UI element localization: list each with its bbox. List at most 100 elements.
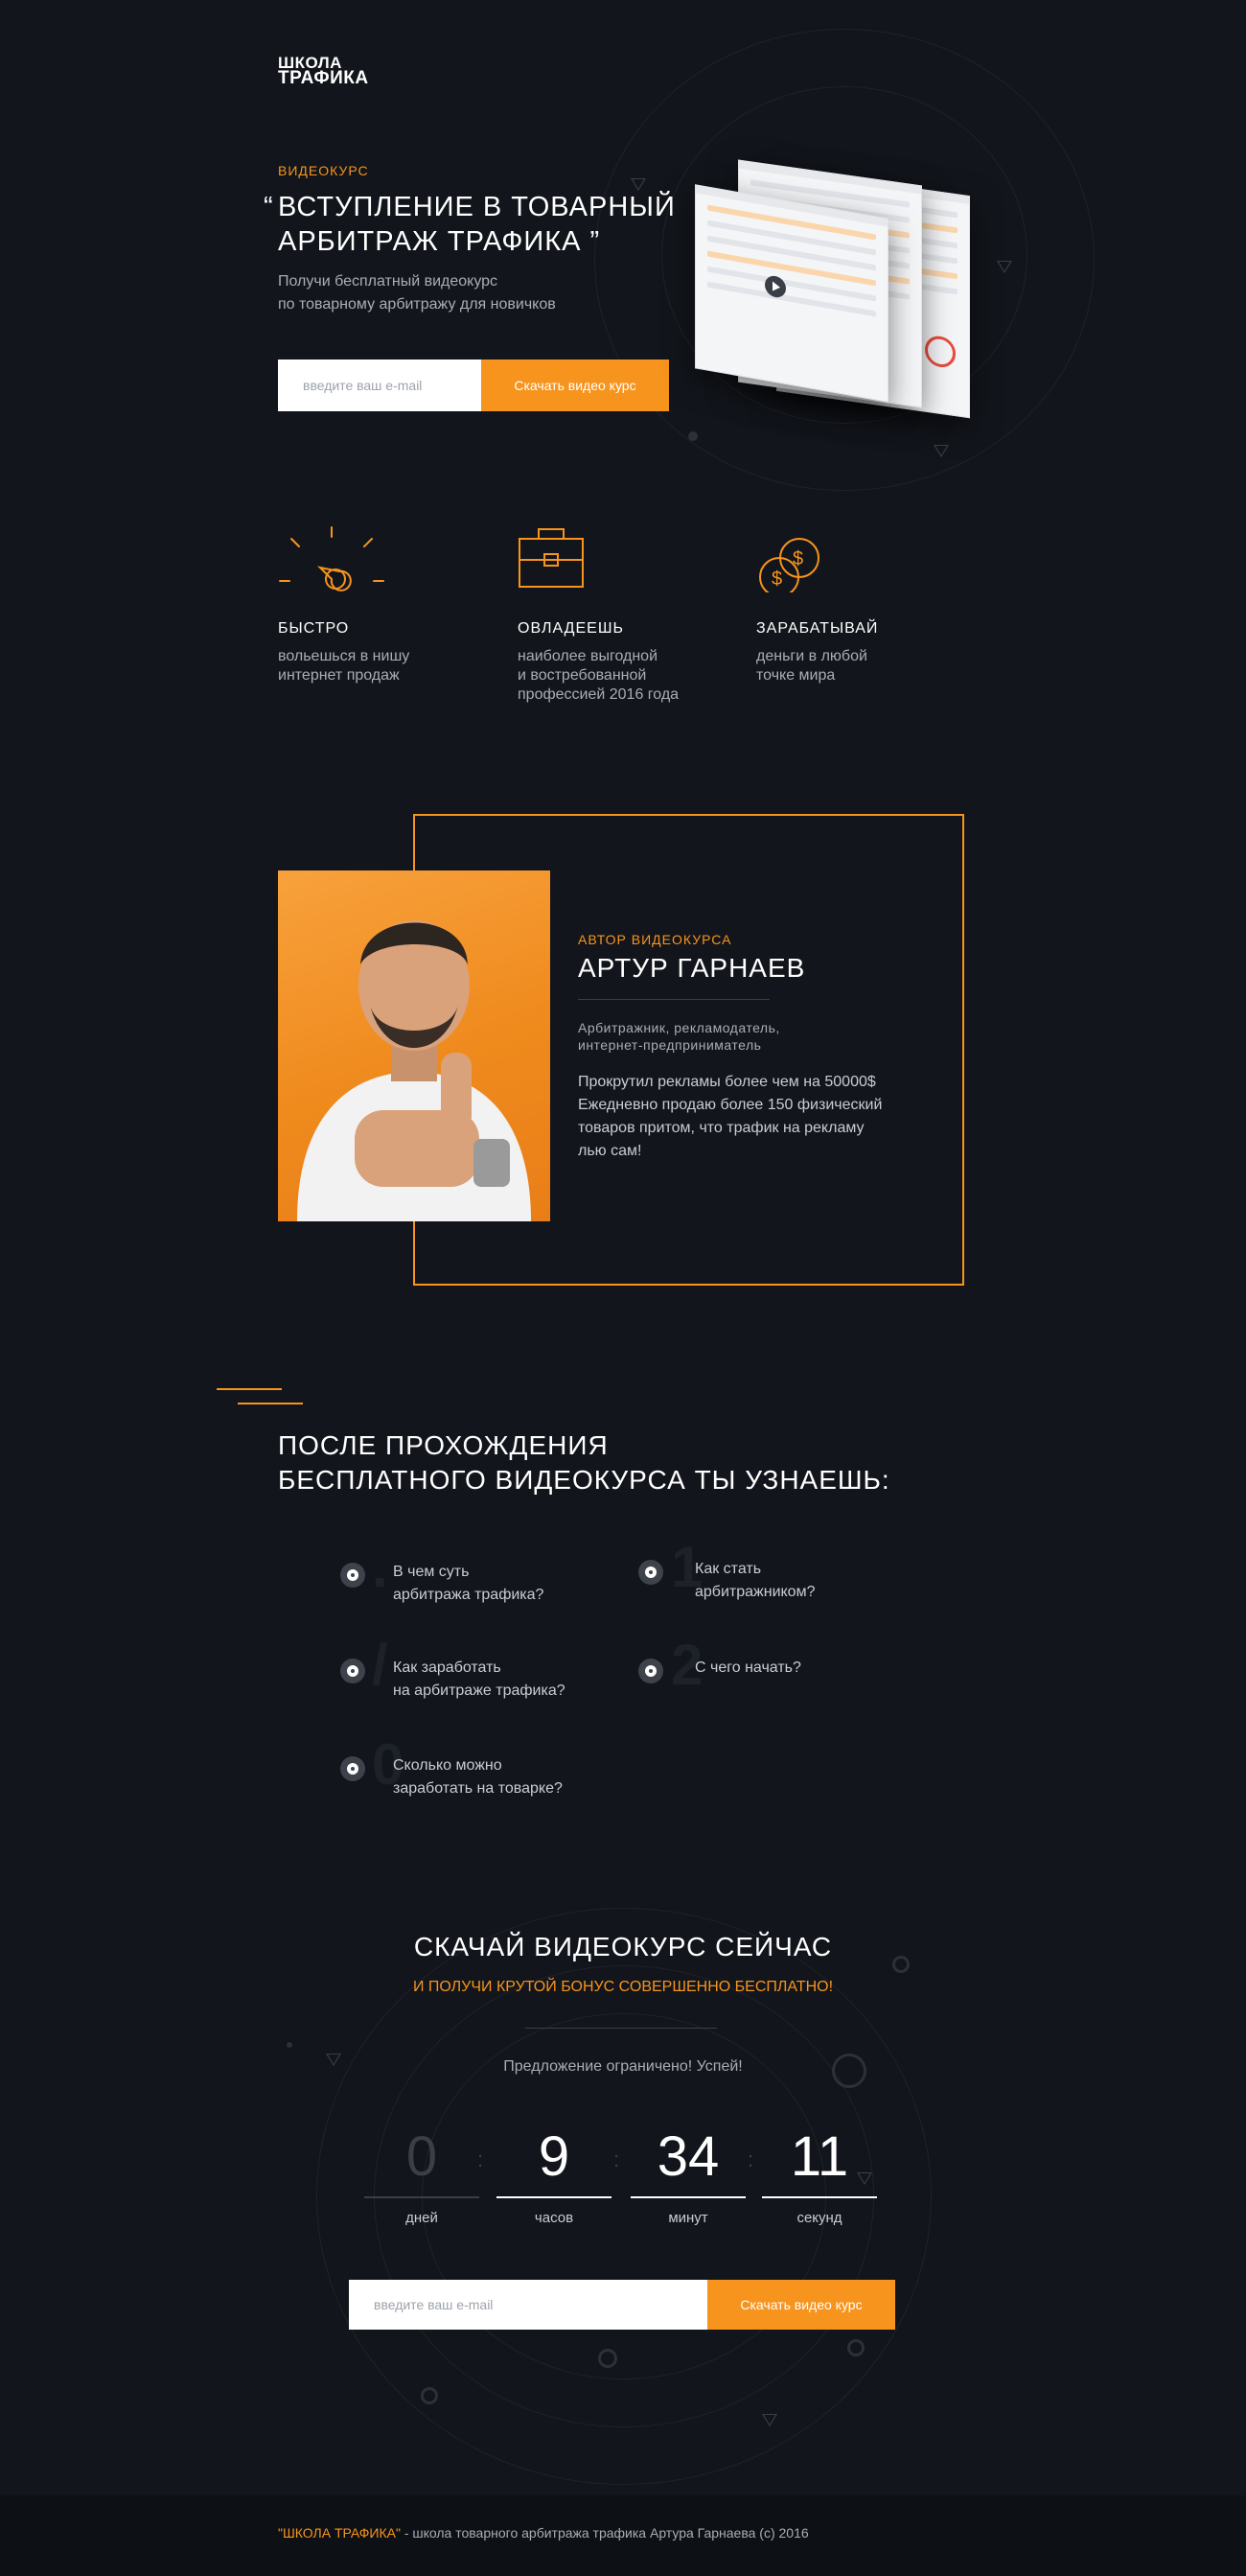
countdown-hours: 9 часов [496,2123,611,2226]
author-bio: Прокрутил рекламы более чем на 50000$ Еж… [578,1071,942,1163]
countdown-label: секунд [796,2210,842,2226]
hero-title: “ВСТУПЛЕНИЕ В ТОВАРНЫЙ АРБИТРАЖ ТРАФИКА … [264,190,676,259]
feature-line: профессией 2016 года [518,686,680,703]
countdown-label: дней [405,2210,438,2226]
bullet-icon [340,1756,365,1781]
feature-title: БЫСТРО [278,620,350,637]
author-info: АВТОР ВИДЕОКУРСА АРТУР ГАРНАЕВ Арбитражн… [578,932,942,1163]
bullet-icon [340,1659,365,1683]
countdown-underline [496,2196,611,2198]
author-name: АРТУР ГАРНАЕВ [578,953,806,983]
clock-speed-icon [279,526,384,592]
course-screens-mockup [690,159,978,422]
quote-open: “ [264,192,274,222]
countdown-underline [631,2196,746,2198]
cta-divider [525,2028,717,2029]
svg-text:$: $ [793,548,803,569]
countdown-separator: : [748,2147,754,2171]
feature-master: ОВЛАДЕЕШЬ наиболее выгодной и востребова… [518,525,728,705]
countdown-label: минут [668,2210,708,2226]
dot [287,2042,292,2048]
feature-text: вольешься в нишу интернет продаж [278,647,470,685]
dot-ring [598,2349,617,2368]
logo-line2: ТРАФИКА [278,68,369,88]
hero-title-line2: АРБИТРАЖ ТРАФИКА [278,226,582,257]
learn-line: Сколько можно [393,1757,502,1774]
screen-front [695,184,888,403]
learn-line: на арбитраже трафика? [393,1683,565,1699]
learn-text: С чего начать? [695,1657,801,1680]
hero-download-button[interactable]: Скачать видео курс [481,360,669,411]
learn-title-line: БЕСПЛАТНОГО ВИДЕОКУРСА ТЫ УЗНАЕШЬ: [278,1465,890,1495]
cta-limited: Предложение ограничено! Успей! [503,2058,743,2075]
countdown-value: 9 [538,2125,570,2188]
briefcase-icon [519,528,584,588]
feature-fast: БЫСТРО вольешься в нишу интернет продаж [278,525,470,685]
cta-email-input[interactable] [349,2280,707,2330]
dot [688,431,698,441]
learn-text: В чем суть арбитража трафика? [393,1561,543,1607]
countdown-value: 34 [657,2125,720,2188]
bullet-icon [340,1563,365,1588]
ghost-number: . [372,1535,388,1599]
feature-title: ЗАРАБАТЫВАЙ [756,620,879,637]
hero-subtitle: Получи бесплатный видеокурс по товарному… [278,270,556,316]
bullet-icon [638,1560,663,1585]
learn-deco-line [217,1388,282,1390]
learn-text: Как заработать на арбитраже трафика? [393,1657,565,1703]
triangle-icon [762,2414,777,2426]
logo[interactable]: ШКОЛА ТРАФИКА [278,55,369,88]
author-divider [578,999,770,1000]
feature-line: точке мира [756,667,836,684]
author-bio-line: Прокрутил рекламы более чем на 50000$ [578,1074,876,1090]
feature-line: наиболее выгодной [518,648,658,664]
learn-title: ПОСЛЕ ПРОХОЖДЕНИЯ БЕСПЛАТНОГО ВИДЕОКУРСА… [278,1428,890,1497]
countdown-days: 0 дней [364,2123,479,2226]
learn-line: С чего начать? [695,1659,801,1676]
feature-text: наиболее выгодной и востребованной профе… [518,647,728,705]
feature-line: интернет продаж [278,667,400,684]
footer-copyright: - школа товарного арбитража трафика Арту… [400,2525,809,2541]
feature-line: вольешься в нишу [278,648,410,664]
cta-download-button[interactable]: Скачать видео курс [707,2280,895,2330]
countdown-separator: : [477,2147,484,2171]
author-eyebrow: АВТОР ВИДЕОКУРСА [578,932,732,947]
countdown-underline [364,2196,479,2198]
hero-subtitle-line1: Получи бесплатный видеокурс [278,273,498,290]
countdown-minutes: 34 минут [631,2123,746,2226]
footer-brand-link[interactable]: "ШКОЛА ТРАФИКА" [278,2525,401,2541]
triangle-icon [934,445,949,457]
learn-deco-line [238,1403,303,1404]
dot-ring [421,2387,438,2404]
feature-title: ОВЛАДЕЕШЬ [518,620,624,637]
learn-text: Сколько можно заработать на товарке? [393,1754,563,1800]
countdown-underline [762,2196,877,2198]
cta-subtitle: И ПОЛУЧИ КРУТОЙ БОНУС СОВЕРШЕННО БЕСПЛАТ… [412,1979,834,1995]
author-bio-line: Ежедневно продаю более 150 физический [578,1097,883,1113]
author-role: Арбитражник, рекламодатель, интернет-пре… [578,1019,942,1054]
learn-line: заработать на товарке? [393,1780,563,1797]
author-role-line: Арбитражник, рекламодатель, [578,1020,780,1035]
countdown-seconds: 11 секунд [762,2123,877,2226]
cta-title: СКАЧАЙ ВИДЕОКУРС СЕЙЧАС [413,1932,833,1961]
bullet-icon [638,1659,663,1683]
feature-line: и востребованной [518,667,647,684]
svg-text:$: $ [772,569,782,590]
countdown-value: 0 [405,2125,438,2188]
learn-line: В чем суть [393,1564,470,1580]
countdown-label: часов [534,2210,574,2226]
footer-text: "ШКОЛА ТРАФИКА" - школа товарного арбитр… [278,2525,809,2541]
coins-icon: $ $ [759,538,819,597]
author-photo [278,870,550,1221]
learn-line: Как заработать [393,1659,501,1676]
author-role-line: интернет-предприниматель [578,1037,762,1053]
learn-line: Как стать [695,1561,762,1577]
hero-email-input[interactable] [278,360,481,411]
author-bio-line: лью сам! [578,1143,642,1159]
author-portrait [297,920,531,1221]
hero-eyebrow: ВИДЕОКУРС [278,163,369,178]
learn-text: Как стать арбитражником? [695,1558,815,1604]
feature-text: деньги в любой точке мира [756,647,948,685]
ghost-number: / [372,1633,388,1697]
hero-subtitle-line2: по товарному арбитражу для новичков [278,296,556,313]
